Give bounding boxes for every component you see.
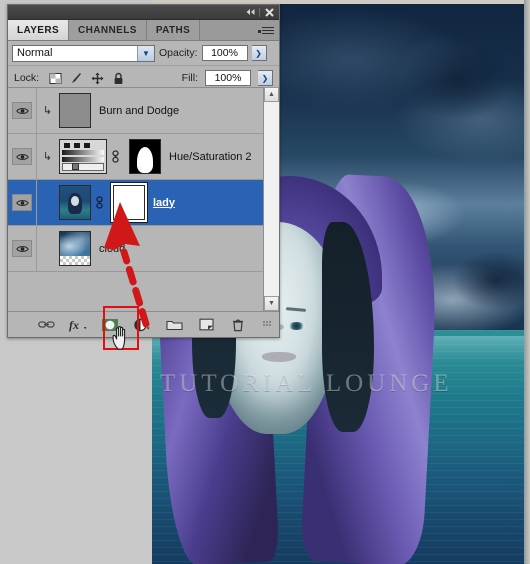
layer-mask-thumbnail-selected[interactable] [113,185,145,220]
layer-visibility-cell [8,134,37,179]
eye-icon[interactable] [12,240,32,257]
panel-menu-lines [262,25,274,36]
link-layers-button[interactable] [37,316,55,334]
opacity-input[interactable]: 100% [201,45,248,61]
eyebrow-right [285,307,307,312]
eye-right [288,322,305,330]
layer-thumbnail[interactable] [59,231,91,266]
clipping-mask-arrow-icon: ↳ [42,105,53,117]
canvas-right-edge [524,0,530,564]
panel-titlebar [8,5,279,20]
panel-menu-icon[interactable] [253,20,279,40]
new-layer-icon [198,318,214,331]
opacity-slider-arrow-icon[interactable]: ❯ [251,45,267,61]
half-circle-icon [134,318,150,331]
layer-name[interactable]: Burn and Dodge [99,105,179,117]
layer-name[interactable]: lady [153,197,175,209]
add-layer-mask-button[interactable] [101,316,119,334]
close-glyph [264,7,274,17]
eye-glyph [15,153,29,160]
layers-bottom-toolbar: fx [8,311,279,337]
cloud-blob [402,40,512,120]
adjustment-layer-thumbnail[interactable] [59,139,107,174]
new-adjustment-layer-button[interactable] [133,316,151,334]
layer-visibility-cell [8,88,37,133]
link-icon [37,321,55,328]
new-group-button[interactable] [165,316,183,334]
layer-style-button[interactable]: fx [69,316,87,334]
blend-mode-row: Normal ▼ Opacity: 100% ❯ [8,41,279,66]
chevron-down-icon[interactable]: ▼ [137,45,154,61]
panel-tabs: LAYERS CHANNELS PATHS [8,20,279,41]
link-mask-icon[interactable] [95,196,104,210]
scroll-down-arrow-icon[interactable]: ▼ [264,296,279,311]
fill-label: Fill: [181,72,198,84]
layer-list: ↳ Burn and Dodge ↳ Hue/Saturation 2 lady… [8,87,279,311]
layers-panel: LAYERS CHANNELS PATHS Normal ▼ Opacity: … [7,4,280,338]
add-mask-icon [102,318,118,331]
eye-icon[interactable] [12,102,32,119]
layer-visibility-cell [8,226,37,271]
new-layer-button[interactable] [197,316,215,334]
layer-thumbnail[interactable] [59,185,91,220]
layer-row-hue-saturation-2[interactable]: ↳ Hue/Saturation 2 [8,134,279,180]
fx-icon: fx [69,318,87,332]
lock-transparent-pixels-icon[interactable] [49,72,62,85]
eye-glyph [15,107,29,114]
clipping-mask-arrow-icon: ↳ [42,151,53,163]
eye-glyph [15,245,29,252]
collapse-icon[interactable] [243,6,257,18]
opacity-label: Opacity: [159,47,198,59]
tab-paths[interactable]: PATHS [146,20,201,40]
titlebar-divider [259,7,260,17]
trash-icon [233,318,243,331]
lock-position-icon[interactable] [91,72,104,85]
lock-label: Lock: [14,72,40,84]
fill-input[interactable]: 100% [205,70,251,86]
svg-text:fx: fx [69,318,79,332]
blend-mode-value: Normal [17,47,53,59]
eye-glyph [15,199,29,206]
lock-icon-group [49,72,125,85]
eye-icon[interactable] [12,194,32,211]
collapse-glyph [246,9,254,15]
layer-row-cloud[interactable]: cloud [8,226,279,272]
link-mask-icon[interactable] [111,150,120,164]
eye-icon[interactable] [12,148,32,165]
layer-visibility-cell [8,180,37,225]
delete-layer-button[interactable] [229,316,247,334]
lips [262,352,296,362]
panel-resize-grip[interactable] [263,320,271,329]
layer-row-lady[interactable]: lady [8,180,279,226]
close-icon[interactable] [262,6,276,18]
blend-mode-select[interactable]: Normal ▼ [12,44,155,62]
tab-layers[interactable]: LAYERS [8,20,70,40]
tab-channels[interactable]: CHANNELS [69,20,147,40]
layer-thumbnail[interactable] [59,93,91,128]
link-glyph [112,150,119,163]
lock-all-icon[interactable] [112,72,125,85]
lock-image-pixels-icon[interactable] [70,72,83,85]
fill-slider-arrow-icon[interactable]: ❯ [258,70,273,86]
layer-list-scrollbar[interactable]: ▲ ▼ [263,87,279,311]
layer-row-burn-and-dodge[interactable]: ↳ Burn and Dodge [8,88,279,134]
scroll-up-arrow-icon[interactable]: ▲ [264,87,279,102]
link-glyph [96,196,103,209]
folder-icon [165,320,183,331]
layer-mask-thumbnail[interactable] [129,139,161,174]
layer-name[interactable]: Hue/Saturation 2 [169,151,252,163]
layer-name[interactable]: cloud [99,243,125,255]
panel-menu-dot [258,29,261,33]
